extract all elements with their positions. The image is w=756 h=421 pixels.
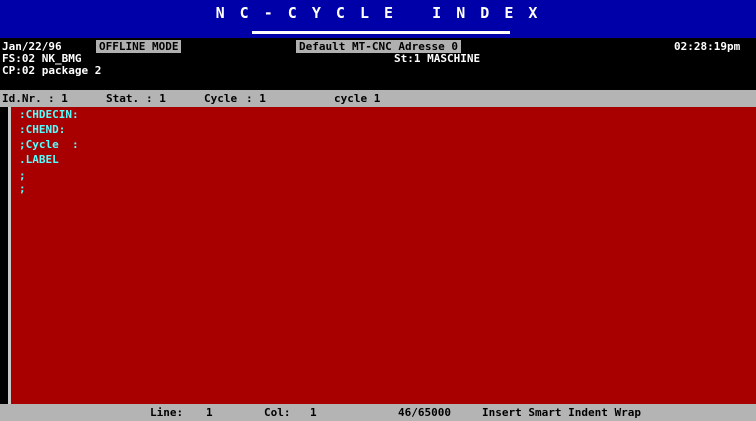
mode-indicator: OFFLINE MODE <box>96 40 182 53</box>
mode-badge: OFFLINE MODE <box>96 40 182 53</box>
editor-line[interactable]: ; <box>19 183 26 195</box>
title-underline <box>252 31 510 34</box>
cycle-name: cycle 1 <box>334 92 381 105</box>
line-value: 1 <box>206 406 213 419</box>
memory-counter: 46/65000 <box>398 406 451 419</box>
editor-line[interactable]: .LABEL <box>19 154 59 166</box>
station-line: St:1 MASCHINE <box>394 52 481 65</box>
status-bar: Id.Nr. : 1 Stat. : 1 Cycle : 1 cycle 1 <box>0 90 756 107</box>
cp-line: CP:02 package 2 <box>2 64 102 77</box>
line-label: Line: <box>150 406 184 419</box>
code-editor[interactable]: :CHDECIN: :CHEND: ;Cycle : .LABEL ; ; <box>8 107 756 404</box>
col-label: Col: <box>264 406 291 419</box>
cycle-label: Cycle <box>204 92 238 105</box>
title-bar: N C - C Y C L E I N D E X <box>0 0 756 38</box>
editor-line[interactable]: :CHEND: <box>19 124 65 136</box>
editor-line[interactable]: :CHDECIN: <box>19 109 79 121</box>
editor-line[interactable]: ; <box>19 170 26 182</box>
app-title: N C - C Y C L E I N D E X <box>215 4 541 22</box>
stat-label: Stat. <box>106 92 140 105</box>
id-label: Id.Nr. <box>2 92 42 105</box>
col-value: 1 <box>310 406 317 419</box>
cycle-value: : 1 <box>246 92 266 105</box>
id-value: : 1 <box>48 92 68 105</box>
editor-line[interactable]: ;Cycle : <box>19 139 79 151</box>
editor-modes: Insert Smart Indent Wrap <box>482 406 641 419</box>
editor-status-bar: Line: 1 Col: 1 46/65000 Insert Smart Ind… <box>0 404 756 421</box>
stat-value: : 1 <box>146 92 166 105</box>
nc-cycle-index-screen: N C - C Y C L E I N D E X Jan/22/96 OFFL… <box>0 0 756 421</box>
clock-display: 02:28:19pm <box>674 40 741 53</box>
